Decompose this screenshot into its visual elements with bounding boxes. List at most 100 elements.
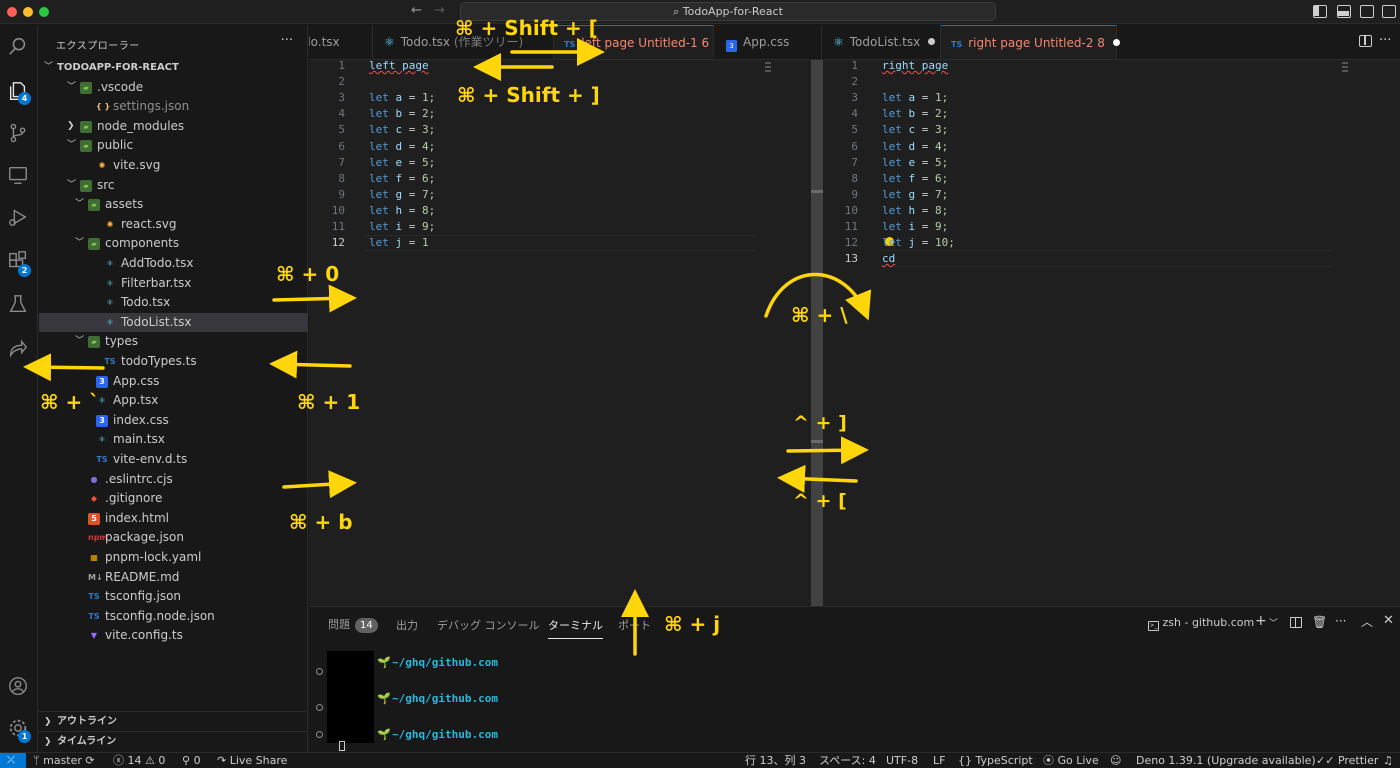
customize-layout-icon[interactable]: [1382, 5, 1396, 18]
file-item[interactable]: TS tsconfig.node.json: [39, 607, 308, 627]
project-root[interactable]: ﹀ TODOAPP-FOR-REACT: [39, 58, 308, 78]
error-icon: ⓧ: [113, 754, 128, 767]
live-share-status[interactable]: ↷ Live Share: [217, 753, 287, 768]
account-icon[interactable]: [7, 675, 29, 697]
folder-item[interactable]: ❯ ▰ node_modules: [39, 117, 308, 137]
file-item[interactable]: M↓ README.md: [39, 568, 308, 588]
file-item[interactable]: { } settings.json: [39, 97, 308, 117]
line-ending[interactable]: LF: [933, 753, 945, 768]
testing-flask-icon[interactable]: [7, 293, 29, 315]
file-item[interactable]: ◆ .gitignore: [39, 489, 308, 509]
file-item[interactable]: TS vite-env.d.ts: [39, 450, 308, 470]
code-text: cd: [882, 252, 896, 266]
more-actions-icon[interactable]: ···: [281, 33, 293, 48]
line-number: 8: [851, 171, 858, 185]
editor-scrollbar[interactable]: [811, 60, 823, 606]
variable: b: [908, 107, 916, 121]
folder-item[interactable]: ﹀ ▰ public: [39, 136, 308, 156]
chevron-down-icon[interactable]: ﹀: [1269, 616, 1278, 629]
indentation[interactable]: スペース: 4: [819, 753, 876, 768]
line-number: 12: [331, 236, 345, 250]
tab-todo-partial[interactable]: do.tsx: [309, 25, 373, 59]
file-item[interactable]: ⚛ Filterbar.tsx: [39, 274, 308, 294]
tab-ports[interactable]: ポート: [618, 617, 651, 633]
file-item[interactable]: TS tsconfig.json: [39, 587, 308, 607]
folder-icon: ▰: [80, 120, 92, 133]
language-mode[interactable]: {} TypeScript: [958, 753, 1033, 768]
new-terminal-icon[interactable]: +: [1255, 613, 1267, 629]
source-control-icon[interactable]: [7, 122, 29, 144]
timeline-section[interactable]: ❯ タイムライン: [39, 731, 308, 751]
keyword: let: [882, 107, 902, 121]
line-number: 10: [844, 203, 858, 217]
ports-status[interactable]: ⚲ 0: [182, 753, 201, 768]
folder-item[interactable]: ﹀ ▰ types: [39, 332, 308, 352]
tree-item-label: vite.config.ts: [105, 628, 183, 643]
close-window-button[interactable]: [7, 7, 17, 17]
copilot-icon[interactable]: ☺: [1110, 753, 1121, 768]
run-debug-icon[interactable]: [7, 206, 29, 228]
forward-arrow-icon[interactable]: →: [434, 3, 445, 18]
prettier-status[interactable]: ✓✓ Prettier: [1316, 753, 1378, 768]
line-number: 7: [851, 155, 858, 169]
trash-icon[interactable]: 🗑: [1312, 615, 1327, 629]
value: 7;: [935, 187, 949, 201]
terminal-selector[interactable]: >_ zsh - github.com: [1148, 616, 1254, 631]
folder-item[interactable]: ﹀ ▰ src: [39, 176, 308, 196]
toggle-secondary-sidebar-icon[interactable]: [1360, 5, 1374, 18]
right-editor-tabs: ⚛ TodoList.tsx TS right page Untitled-2 8 …: [823, 25, 1400, 60]
back-arrow-icon[interactable]: ←: [411, 3, 422, 18]
tab-right-page[interactable]: TS right page Untitled-2 8: [941, 25, 1120, 59]
go-live-button[interactable]: ⦿ Go Live: [1043, 753, 1099, 768]
variable: h: [395, 203, 403, 217]
remote-explorer-icon[interactable]: [7, 164, 29, 186]
deno-status[interactable]: Deno 1.39.1 (Upgrade available): [1136, 753, 1316, 768]
tab-todolist[interactable]: ⚛ TodoList.tsx: [823, 25, 941, 59]
file-item[interactable]: ⚛ AddTodo.tsx: [39, 254, 308, 274]
search-icon[interactable]: [7, 35, 29, 57]
left-editor[interactable]: 1 2 3 4 5 6 7 8 9 10 11 12 left page let a = 1; let b …: [309, 60, 811, 606]
file-item[interactable]: ⚛ Todo.tsx: [39, 293, 308, 313]
split-editor-icon[interactable]: [1359, 35, 1372, 47]
folder-item[interactable]: ﹀ ▰ .vscode: [39, 78, 308, 98]
remote-indicator[interactable]: ⤫: [0, 753, 26, 768]
tree-item-label: package.json: [105, 530, 185, 545]
file-item[interactable]: ✺ react.svg: [39, 215, 308, 235]
tab-app-css[interactable]: 3 App.css: [714, 25, 822, 59]
notifications-bell-icon[interactable]: ♫: [1383, 753, 1393, 768]
tab-problems[interactable]: 問題 14: [328, 616, 378, 633]
file-item[interactable]: 3 App.css: [39, 372, 308, 392]
toggle-panel-icon[interactable]: [1337, 5, 1351, 18]
file-item[interactable]: 5 index.html: [39, 509, 308, 529]
close-panel-icon[interactable]: ✕: [1383, 613, 1394, 628]
encoding[interactable]: UTF-8: [886, 753, 918, 768]
file-item[interactable]: ⚛ main.tsx: [39, 430, 308, 450]
folder-item[interactable]: ﹀ ▰ assets: [39, 195, 308, 215]
tab-terminal[interactable]: ターミナル: [548, 617, 603, 639]
split-terminal-icon[interactable]: [1290, 617, 1302, 628]
maximize-window-button[interactable]: [39, 7, 49, 17]
file-item[interactable]: ● .eslintrc.cjs: [39, 470, 308, 490]
file-item[interactable]: TS todoTypes.ts: [39, 352, 308, 372]
cursor-position[interactable]: 行 13、列 3: [745, 753, 806, 768]
tab-debug-console[interactable]: デバッグ コンソール: [437, 617, 540, 633]
file-item[interactable]: npm package.json: [39, 528, 308, 548]
live-share-icon[interactable]: [7, 337, 29, 359]
toggle-primary-sidebar-icon[interactable]: [1313, 5, 1327, 18]
outline-section[interactable]: ❯ アウトライン: [39, 711, 308, 731]
file-item[interactable]: ⚛ TodoList.tsx: [39, 312, 308, 333]
code-text: right page: [882, 60, 949, 72]
folder-item[interactable]: ﹀ ▰ components: [39, 234, 308, 254]
tab-output[interactable]: 出力: [396, 617, 418, 633]
file-item[interactable]: ▦ pnpm-lock.yaml: [39, 548, 308, 568]
more-actions-icon[interactable]: ···: [1335, 614, 1346, 628]
file-item[interactable]: ✺ vite.svg: [39, 156, 308, 176]
maximize-panel-icon[interactable]: ︿: [1361, 613, 1373, 630]
problems-status[interactable]: ⓧ 14 ⚠ 0: [113, 753, 165, 768]
right-editor[interactable]: 1 2 3 4 5 6 7 8 9 10 11 12 13 right page let a = 1; let…: [823, 60, 1400, 606]
more-actions-icon[interactable]: ···: [1379, 33, 1391, 48]
file-item[interactable]: ▼ vite.config.ts: [39, 626, 308, 646]
typescript-icon: TS: [951, 40, 963, 49]
git-branch[interactable]: ᛘ master ⟳: [33, 753, 95, 768]
minimize-window-button[interactable]: [23, 7, 33, 17]
